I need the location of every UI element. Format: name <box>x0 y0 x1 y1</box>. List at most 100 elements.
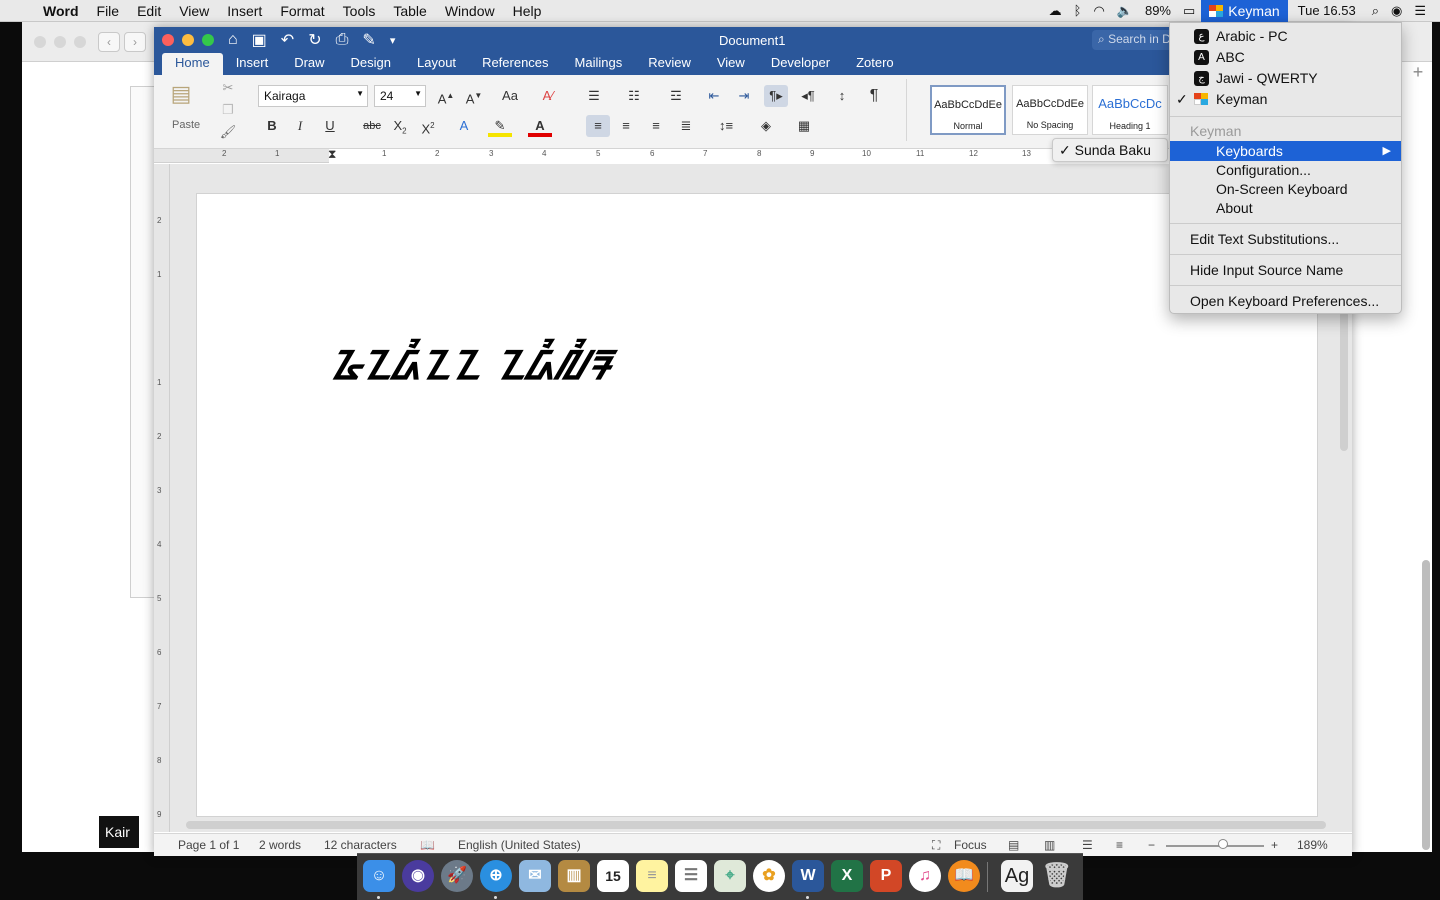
menu-window[interactable]: Window <box>436 0 504 22</box>
increase-indent-icon[interactable]: ⇥ <box>732 85 756 107</box>
wifi-icon[interactable]: ◠ <box>1087 0 1110 22</box>
input-source-arabic[interactable]: ع Arabic - PC <box>1170 26 1401 46</box>
outline-icon[interactable]: ☰ <box>1082 838 1093 852</box>
highlight-icon[interactable]: ✎ <box>488 115 512 137</box>
font-color-icon[interactable]: A <box>528 115 552 137</box>
format-painter-icon[interactable]: 🖌 <box>216 121 240 143</box>
forward-icon[interactable]: › <box>124 31 146 52</box>
tab-draw[interactable]: Draw <box>281 53 337 75</box>
powerpoint-icon[interactable]: P <box>870 860 902 892</box>
focus-icon[interactable]: ⛶ <box>932 838 940 853</box>
siri-icon[interactable]: ◉ <box>1385 0 1408 22</box>
input-source-keyman[interactable]: ✓ Keyman <box>1170 89 1401 109</box>
tab-insert[interactable]: Insert <box>223 53 282 75</box>
volume-icon[interactable]: 🔈 <box>1111 0 1139 22</box>
tab-zotero[interactable]: Zotero <box>843 53 907 75</box>
customize-toolbar-icon[interactable]: ▾ <box>390 34 396 47</box>
notes-book-icon[interactable]: ▥ <box>558 860 590 892</box>
maps-icon[interactable]: ⌖ <box>714 860 746 892</box>
menu-help[interactable]: Help <box>504 0 551 22</box>
text-effects-icon[interactable]: A <box>452 115 476 137</box>
bold-icon[interactable]: B <box>260 115 284 137</box>
menu-format[interactable]: Format <box>271 0 333 22</box>
numbering-icon[interactable]: ☷ <box>622 85 646 107</box>
rtl-paragraph-icon[interactable]: ◂¶ <box>796 85 820 107</box>
draft-icon[interactable]: ≡ <box>1116 838 1123 852</box>
tab-developer[interactable]: Developer <box>758 53 843 75</box>
edit-icon[interactable]: ✎ <box>362 30 375 50</box>
menu-item-hide-input-source-name[interactable]: Hide Input Source Name <box>1170 260 1401 280</box>
ltr-paragraph-icon[interactable]: ¶▸ <box>764 85 788 107</box>
web-layout-icon[interactable]: ▥ <box>1044 838 1055 852</box>
zoom-level[interactable]: 189% <box>1297 838 1328 852</box>
notification-center-icon[interactable]: ☰ <box>1408 0 1440 22</box>
back-icon[interactable]: ‹ <box>98 31 120 52</box>
proofing-icon[interactable]: 📖 <box>420 838 435 852</box>
language[interactable]: English (United States) <box>458 838 581 852</box>
save-icon[interactable]: ▣ <box>252 30 267 50</box>
borders-icon[interactable]: ▦ <box>792 115 816 137</box>
focus-button[interactable]: Focus <box>954 838 987 852</box>
clock[interactable]: Tue 16.53 <box>1288 0 1366 22</box>
undo-icon[interactable]: ↶ <box>281 30 294 50</box>
menu-tools[interactable]: Tools <box>334 0 385 22</box>
safari-icon[interactable]: ⊕ <box>480 860 512 892</box>
underline-icon[interactable]: U <box>318 115 342 137</box>
battery-percent[interactable]: 89% <box>1139 0 1177 22</box>
italic-icon[interactable]: I <box>288 115 312 137</box>
battery-icon[interactable]: ▭ <box>1177 0 1201 22</box>
stickies-icon[interactable]: ≡ <box>636 860 668 892</box>
excel-icon[interactable]: X <box>831 860 863 892</box>
page-count[interactable]: Page 1 of 1 <box>178 838 239 852</box>
siri-icon[interactable]: ◉ <box>402 860 434 892</box>
menu-item-keyboards[interactable]: Keyboards ▶ <box>1170 141 1401 161</box>
photos-icon[interactable]: ✿ <box>753 860 785 892</box>
bg-zoom-button[interactable] <box>74 35 86 48</box>
tab-review[interactable]: Review <box>635 53 704 75</box>
print-layout-icon[interactable]: ▤ <box>1008 838 1019 852</box>
itunes-icon[interactable]: ♫ <box>909 860 941 892</box>
launchpad-icon[interactable]: 🚀 <box>441 860 473 892</box>
decrease-indent-icon[interactable]: ⇤ <box>702 85 726 107</box>
trash-icon[interactable]: 🗑 <box>1041 860 1073 892</box>
menu-file[interactable]: File <box>88 0 129 22</box>
show-formatting-icon[interactable]: ¶ <box>862 85 886 107</box>
zoom-slider-handle[interactable] <box>1218 839 1228 849</box>
strikethrough-icon[interactable]: abc <box>360 115 384 137</box>
mail-icon[interactable]: ✉ <box>519 860 551 892</box>
zoom-button[interactable] <box>202 34 214 46</box>
close-button[interactable] <box>162 34 174 46</box>
font-book-icon[interactable]: Ag <box>1001 860 1033 892</box>
multilevel-list-icon[interactable]: ☲ <box>664 85 688 107</box>
style-normal[interactable]: AaBbCcDdEe Normal <box>930 85 1006 135</box>
creative-cloud-icon[interactable]: ☁ <box>1043 0 1068 22</box>
new-tab-icon[interactable]: + <box>1404 62 1432 86</box>
input-source-jawi[interactable]: ج Jawi - QWERTY <box>1170 68 1401 88</box>
font-size-select[interactable]: 24 ▼ <box>374 85 426 107</box>
paste-icon[interactable]: ▤ <box>166 83 196 117</box>
horizontal-scrollbar[interactable] <box>186 821 1326 829</box>
redo-icon[interactable]: ↻ <box>308 30 321 50</box>
app-menu[interactable]: Word <box>34 0 88 22</box>
style-heading-1[interactable]: AaBbCcDc Heading 1 <box>1092 85 1168 135</box>
subscript-icon[interactable]: X2 <box>388 115 412 137</box>
tab-home[interactable]: Home <box>162 53 223 75</box>
align-left-icon[interactable]: ≡ <box>586 115 610 137</box>
clear-formatting-icon[interactable]: A⁄ <box>536 85 560 107</box>
superscript-icon[interactable]: X2 <box>416 115 440 137</box>
bg-close-button[interactable] <box>34 35 46 48</box>
word-count[interactable]: 2 words <box>259 838 301 852</box>
menu-item-configuration[interactable]: Configuration... <box>1170 160 1401 180</box>
menu-item-edit-text-substitutions[interactable]: Edit Text Substitutions... <box>1170 229 1401 249</box>
print-icon[interactable]: ⎙ <box>336 31 349 49</box>
spotlight-icon[interactable]: ⌕ <box>1366 0 1385 22</box>
align-right-icon[interactable]: ≡ <box>644 115 668 137</box>
vertical-scrollbar[interactable] <box>1340 311 1348 451</box>
document-text[interactable]: ᮅᮔᮓᮤᮔᮔ ᮔᮓᮤᮜᮤᮛ <box>330 336 610 394</box>
tab-references[interactable]: References <box>469 53 561 75</box>
cut-icon[interactable]: ✂ <box>216 77 240 99</box>
grow-font-icon[interactable]: A▲ <box>434 85 458 107</box>
menu-item-open-keyboard-preferences[interactable]: Open Keyboard Preferences... <box>1170 291 1401 311</box>
input-source-menu[interactable]: Keyman <box>1201 0 1288 22</box>
input-source-abc[interactable]: A ABC <box>1170 47 1401 67</box>
